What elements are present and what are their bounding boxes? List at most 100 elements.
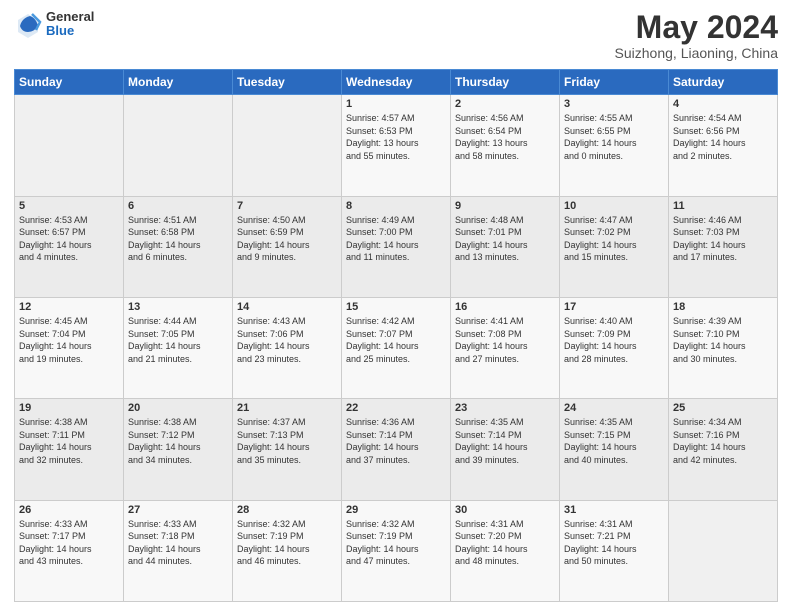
calendar-cell: 24 Sunrise: 4:35 AM Sunset: 7:15 PM Dayli…	[560, 399, 669, 500]
calendar-cell: 20Sunrise: 4:38 AM Sunset: 7:12 PM Dayli…	[124, 399, 233, 500]
day-info: Sunrise: 4:31 AM Sunset: 7:21 PM Dayligh…	[564, 518, 664, 568]
title-block: May 2024 Suizhong, Liaoning, China	[615, 10, 778, 61]
calendar-cell: 16Sunrise: 4:41 AM Sunset: 7:08 PM Dayli…	[451, 297, 560, 398]
day-info: Sunrise: 4:34 AM Sunset: 7:16 PM Dayligh…	[673, 416, 773, 466]
weekday-header-row: Sunday Monday Tuesday Wednesday Thursday…	[15, 70, 778, 95]
logo: General Blue	[14, 10, 94, 39]
day-info: Sunrise: 4:41 AM Sunset: 7:08 PM Dayligh…	[455, 315, 555, 365]
calendar-cell: 7Sunrise: 4:50 AM Sunset: 6:59 PM Daylig…	[233, 196, 342, 297]
day-number: 21	[237, 402, 337, 414]
calendar-cell: 12Sunrise: 4:45 AM Sunset: 7:04 PM Dayli…	[15, 297, 124, 398]
calendar-cell	[669, 500, 778, 601]
day-number: 18	[673, 301, 773, 313]
day-info: Sunrise: 4:47 AM Sunset: 7:02 PM Dayligh…	[564, 214, 664, 264]
calendar-cell: 31 Sunrise: 4:31 AM Sunset: 7:21 PM Dayli…	[560, 500, 669, 601]
day-number: 12	[19, 301, 119, 313]
day-number: 8	[346, 200, 446, 212]
calendar-cell: 10 Sunrise: 4:47 AM Sunset: 7:02 PM Dayli…	[560, 196, 669, 297]
day-number: 31	[564, 504, 664, 516]
calendar-cell: 17Sunrise: 4:40 AM Sunset: 7:09 PM Dayli…	[560, 297, 669, 398]
calendar-cell: 29 Sunrise: 4:32 AM Sunset: 7:19 PM Dayli…	[342, 500, 451, 601]
day-info: Sunrise: 4:43 AM Sunset: 7:06 PM Dayligh…	[237, 315, 337, 365]
calendar-cell: 1Sunrise: 4:57 AM Sunset: 6:53 PM Daylig…	[342, 95, 451, 196]
day-number: 20	[128, 402, 228, 414]
location-subtitle: Suizhong, Liaoning, China	[615, 45, 778, 61]
calendar-cell: 26Sunrise: 4:33 AM Sunset: 7:17 PM Dayli…	[15, 500, 124, 601]
day-info: Sunrise: 4:51 AM Sunset: 6:58 PM Dayligh…	[128, 214, 228, 264]
day-number: 9	[455, 200, 555, 212]
header-sunday: Sunday	[15, 70, 124, 95]
day-number: 10	[564, 200, 664, 212]
month-title: May 2024	[615, 10, 778, 45]
calendar-week-3: 12Sunrise: 4:45 AM Sunset: 7:04 PM Dayli…	[15, 297, 778, 398]
logo-text: General Blue	[46, 10, 94, 39]
day-number: 28	[237, 504, 337, 516]
day-info: Sunrise: 4:53 AM Sunset: 6:57 PM Dayligh…	[19, 214, 119, 264]
day-info: Sunrise: 4:55 AM Sunset: 6:55 PM Dayligh…	[564, 112, 664, 162]
calendar-cell: 30Sunrise: 4:31 AM Sunset: 7:20 PM Dayli…	[451, 500, 560, 601]
calendar-cell: 6 Sunrise: 4:51 AM Sunset: 6:58 PM Daylig…	[124, 196, 233, 297]
logo-general-text: General	[46, 10, 94, 24]
day-info: Sunrise: 4:39 AM Sunset: 7:10 PM Dayligh…	[673, 315, 773, 365]
day-number: 3	[564, 98, 664, 110]
day-info: Sunrise: 4:56 AM Sunset: 6:54 PM Dayligh…	[455, 112, 555, 162]
calendar-cell: 11 Sunrise: 4:46 AM Sunset: 7:03 PM Dayli…	[669, 196, 778, 297]
logo-icon	[14, 10, 42, 38]
day-info: Sunrise: 4:42 AM Sunset: 7:07 PM Dayligh…	[346, 315, 446, 365]
day-info: Sunrise: 4:36 AM Sunset: 7:14 PM Dayligh…	[346, 416, 446, 466]
day-info: Sunrise: 4:46 AM Sunset: 7:03 PM Dayligh…	[673, 214, 773, 264]
calendar-cell: 18 Sunrise: 4:39 AM Sunset: 7:10 PM Dayli…	[669, 297, 778, 398]
day-number: 23	[455, 402, 555, 414]
header: General Blue May 2024 Suizhong, Liaoning…	[14, 10, 778, 61]
day-info: Sunrise: 4:40 AM Sunset: 7:09 PM Dayligh…	[564, 315, 664, 365]
day-number: 24	[564, 402, 664, 414]
day-number: 25	[673, 402, 773, 414]
calendar-cell: 13 Sunrise: 4:44 AM Sunset: 7:05 PM Dayli…	[124, 297, 233, 398]
day-number: 27	[128, 504, 228, 516]
day-number: 19	[19, 402, 119, 414]
day-number: 2	[455, 98, 555, 110]
calendar-cell: 25 Sunrise: 4:34 AM Sunset: 7:16 PM Dayli…	[669, 399, 778, 500]
calendar-cell: 27Sunrise: 4:33 AM Sunset: 7:18 PM Dayli…	[124, 500, 233, 601]
day-info: Sunrise: 4:37 AM Sunset: 7:13 PM Dayligh…	[237, 416, 337, 466]
day-info: Sunrise: 4:48 AM Sunset: 7:01 PM Dayligh…	[455, 214, 555, 264]
header-tuesday: Tuesday	[233, 70, 342, 95]
day-info: Sunrise: 4:32 AM Sunset: 7:19 PM Dayligh…	[237, 518, 337, 568]
calendar-cell: 19 Sunrise: 4:38 AM Sunset: 7:11 PM Dayli…	[15, 399, 124, 500]
day-number: 29	[346, 504, 446, 516]
calendar-cell	[124, 95, 233, 196]
day-number: 30	[455, 504, 555, 516]
calendar-table: Sunday Monday Tuesday Wednesday Thursday…	[14, 69, 778, 602]
day-info: Sunrise: 4:32 AM Sunset: 7:19 PM Dayligh…	[346, 518, 446, 568]
calendar-week-5: 26Sunrise: 4:33 AM Sunset: 7:17 PM Dayli…	[15, 500, 778, 601]
day-number: 6	[128, 200, 228, 212]
header-wednesday: Wednesday	[342, 70, 451, 95]
day-number: 11	[673, 200, 773, 212]
day-info: Sunrise: 4:49 AM Sunset: 7:00 PM Dayligh…	[346, 214, 446, 264]
calendar-cell: 21 Sunrise: 4:37 AM Sunset: 7:13 PM Dayli…	[233, 399, 342, 500]
day-info: Sunrise: 4:54 AM Sunset: 6:56 PM Dayligh…	[673, 112, 773, 162]
page: General Blue May 2024 Suizhong, Liaoning…	[0, 0, 792, 612]
day-number: 22	[346, 402, 446, 414]
calendar-week-4: 19 Sunrise: 4:38 AM Sunset: 7:11 PM Dayli…	[15, 399, 778, 500]
day-number: 14	[237, 301, 337, 313]
calendar-cell: 23 Sunrise: 4:35 AM Sunset: 7:14 PM Dayli…	[451, 399, 560, 500]
calendar-cell: 3 Sunrise: 4:55 AM Sunset: 6:55 PM Daylig…	[560, 95, 669, 196]
day-info: Sunrise: 4:35 AM Sunset: 7:15 PM Dayligh…	[564, 416, 664, 466]
day-info: Sunrise: 4:38 AM Sunset: 7:11 PM Dayligh…	[19, 416, 119, 466]
header-friday: Friday	[560, 70, 669, 95]
calendar-cell: 14 Sunrise: 4:43 AM Sunset: 7:06 PM Dayli…	[233, 297, 342, 398]
calendar-cell: 5 Sunrise: 4:53 AM Sunset: 6:57 PM Daylig…	[15, 196, 124, 297]
calendar-cell: 9 Sunrise: 4:48 AM Sunset: 7:01 PM Daylig…	[451, 196, 560, 297]
logo-blue-text: Blue	[46, 24, 94, 38]
day-number: 26	[19, 504, 119, 516]
header-saturday: Saturday	[669, 70, 778, 95]
day-number: 5	[19, 200, 119, 212]
calendar-cell: 28 Sunrise: 4:32 AM Sunset: 7:19 PM Dayli…	[233, 500, 342, 601]
day-number: 1	[346, 98, 446, 110]
day-info: Sunrise: 4:44 AM Sunset: 7:05 PM Dayligh…	[128, 315, 228, 365]
header-thursday: Thursday	[451, 70, 560, 95]
day-number: 13	[128, 301, 228, 313]
day-info: Sunrise: 4:35 AM Sunset: 7:14 PM Dayligh…	[455, 416, 555, 466]
calendar-week-2: 5 Sunrise: 4:53 AM Sunset: 6:57 PM Daylig…	[15, 196, 778, 297]
